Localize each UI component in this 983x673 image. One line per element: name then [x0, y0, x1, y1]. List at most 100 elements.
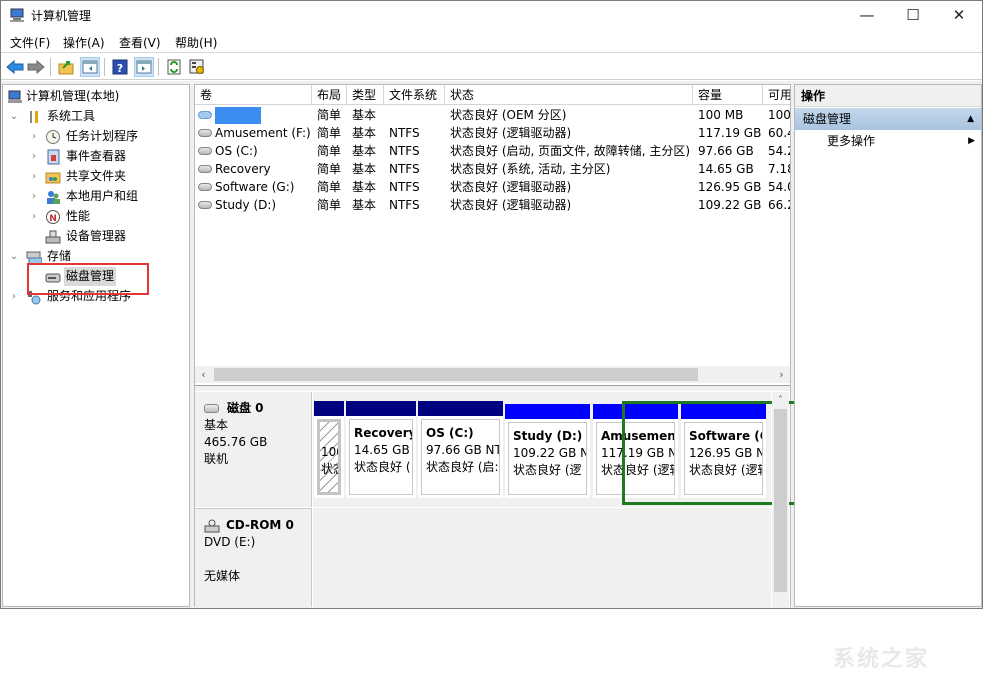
- column-type[interactable]: 类型: [347, 85, 384, 105]
- partition-status: 状态良好 (启:: [426, 460, 499, 474]
- horizontal-scrollbar[interactable]: ‹ ›: [195, 366, 790, 383]
- scroll-thumb[interactable]: [774, 409, 787, 592]
- volume-cell-status: 状态良好 (OEM 分区): [450, 108, 567, 122]
- partition-color-bar: [346, 401, 416, 416]
- volume-cell-layout: 简单: [317, 108, 342, 122]
- partition-block[interactable]: Study (D:) 109.22 GB N 状态良好 (逻: [505, 404, 590, 498]
- cdrom-drive: DVD (E:): [204, 535, 256, 549]
- chevron-down-icon[interactable]: ⌄: [9, 107, 19, 126]
- actions-header: 操作: [795, 85, 981, 107]
- back-icon[interactable]: [5, 57, 25, 77]
- show-hide-action-pane-icon[interactable]: [134, 57, 154, 77]
- device-manager-icon: [45, 230, 61, 244]
- users-icon: [47, 191, 60, 204]
- volume-cell-free: 54.0: [768, 180, 790, 194]
- vertical-scrollbar[interactable]: ˄: [772, 392, 789, 607]
- column-volume[interactable]: 卷: [195, 85, 312, 105]
- computer-management-window: 计算机管理 — ☐ ✕ 文件(F) 操作(A) 查看(V) 帮助(H) ? 计算…: [0, 0, 983, 672]
- chevron-right-icon[interactable]: ›: [29, 127, 39, 146]
- menu-action[interactable]: 操作(A): [63, 34, 105, 51]
- partition-status: 状态良好 (逻: [513, 463, 582, 477]
- volume-cell-fs: NTFS: [389, 144, 420, 158]
- partition-status: 状态: [321, 462, 338, 476]
- partition-body: OS (C:) 97.66 GB NT 状态良好 (启:: [421, 419, 500, 495]
- shared-folder-icon: [45, 172, 61, 184]
- partition-size: 14.65 GB: [354, 443, 410, 457]
- collapse-up-icon[interactable]: ▲: [967, 108, 974, 130]
- disk-0-label[interactable]: 磁盘 0 基本 465.76 GB 联机: [195, 392, 312, 507]
- tree-item-label: 本地用户和组: [66, 189, 139, 203]
- forward-icon[interactable]: [26, 57, 46, 77]
- volume-cell-name: Software (G:): [195, 178, 312, 196]
- partition-body: Study (D:) 109.22 GB N 状态良好 (逻: [508, 422, 587, 495]
- show-hide-tree-icon[interactable]: [80, 57, 100, 77]
- redacted-volume-name: [215, 107, 261, 124]
- volume-row[interactable]: Amusement (F:) 简单 基本 NTFS 状态良好 (逻辑驱动器) 117.19…: [195, 124, 790, 142]
- volume-row[interactable]: Software (G:) 简单 基本 NTFS 状态良好 (逻辑驱动器) 126.95 …: [195, 178, 790, 196]
- chevron-right-icon[interactable]: ›: [29, 207, 39, 226]
- volume-cell-status: 状态良好 (逻辑驱动器): [450, 180, 572, 194]
- title-bar: 计算机管理 — ☐ ✕: [1, 1, 982, 29]
- tree-root-label: 计算机管理(本地): [26, 89, 120, 103]
- volume-row[interactable]: Recovery 简单 基本 NTFS 状态良好 (系统, 活动, 主分区) 14.65 …: [195, 160, 790, 178]
- volume-row[interactable]: Study (D:) 简单 基本 NTFS 状态良好 (逻辑驱动器) 109.22 GB 6…: [195, 196, 790, 214]
- scroll-left-icon[interactable]: ‹: [195, 366, 212, 383]
- cdrom-0-label[interactable]: CD-ROM 0 DVD (E:) 无媒体: [195, 508, 312, 607]
- column-filesystem[interactable]: 文件系统: [384, 85, 445, 105]
- help-icon[interactable]: ?: [110, 57, 130, 77]
- menu-view[interactable]: 查看(V): [119, 34, 161, 51]
- actions-section-label: 磁盘管理: [803, 112, 852, 126]
- cdrom-0-map: [313, 508, 771, 607]
- column-free[interactable]: 可用: [763, 85, 790, 105]
- volume-cell-free: 54.2: [768, 144, 790, 158]
- chevron-right-icon[interactable]: ›: [29, 187, 39, 206]
- column-layout[interactable]: 布局: [312, 85, 347, 105]
- scroll-thumb[interactable]: [214, 368, 698, 381]
- volume-cell-fs: NTFS: [389, 126, 420, 140]
- navigation-tree: 计算机管理(本地) ⌄ 系统工具 › 任务计划程序 › 事件查看器 › 共享文件: [2, 84, 190, 607]
- maximize-button[interactable]: ☐: [890, 1, 936, 29]
- svg-text:N: N: [49, 214, 57, 224]
- close-button[interactable]: ✕: [936, 1, 982, 29]
- partition-block[interactable]: Recovery 14.65 GB 状态良好 (: [346, 401, 416, 498]
- column-status[interactable]: 状态: [445, 85, 693, 105]
- volume-cell-type: 基本: [352, 108, 377, 122]
- menu-bar: 文件(F) 操作(A) 查看(V) 帮助(H): [1, 31, 982, 53]
- properties-icon[interactable]: [187, 57, 207, 77]
- action-more-actions[interactable]: 更多操作 ▶: [795, 131, 981, 151]
- partition-block[interactable]: 100 状态: [314, 401, 344, 498]
- clock-icon: [46, 130, 60, 144]
- chevron-down-icon[interactable]: ⌄: [9, 247, 19, 266]
- volume-cell-layout: 简单: [317, 126, 342, 140]
- volume-cell-capacity: 109.22 GB: [698, 198, 762, 212]
- up-folder-icon[interactable]: [56, 57, 76, 77]
- partition-name: Study (D:): [513, 429, 583, 443]
- chevron-right-icon[interactable]: ›: [9, 287, 19, 306]
- volume-row[interactable]: OS (C:) 简单 基本 NTFS 状态良好 (启动, 页面文件, 故障转储, 主分区…: [195, 142, 790, 160]
- volume-cell-capacity: 100 MB: [698, 108, 744, 122]
- disk-map-pane: 磁盘 0 基本 465.76 GB 联机 100 状态 Recovery 14.65 …: [195, 392, 886, 607]
- column-capacity[interactable]: 容量: [693, 85, 763, 105]
- volume-name: OS (C:): [215, 144, 258, 158]
- volume-cell-free: 60.4: [768, 126, 790, 140]
- volume-cell-fs: NTFS: [389, 162, 420, 176]
- volume-cell-type: 基本: [352, 162, 377, 176]
- hard-disk-icon: [204, 404, 219, 413]
- volume-cell-type: 基本: [352, 144, 377, 158]
- minimize-button[interactable]: —: [844, 1, 890, 29]
- menu-file[interactable]: 文件(F): [10, 34, 50, 51]
- menu-help[interactable]: 帮助(H): [175, 34, 217, 51]
- volume-icon: [198, 146, 212, 155]
- scroll-right-icon[interactable]: ›: [773, 366, 790, 383]
- scroll-up-icon[interactable]: ˄: [772, 392, 789, 409]
- volume-row[interactable]: 简单 基本 状态良好 (OEM 分区) 100 MB 100: [195, 106, 790, 124]
- refresh-icon[interactable]: [164, 57, 184, 77]
- chevron-right-icon[interactable]: ›: [29, 147, 39, 166]
- pane-splitter[interactable]: [195, 385, 790, 391]
- chevron-right-icon[interactable]: ›: [29, 167, 39, 186]
- partition-color-bar: [418, 401, 503, 416]
- main-content: 计算机管理(本地) ⌄ 系统工具 › 任务计划程序 › 事件查看器 › 共享文件: [1, 81, 982, 672]
- actions-section-disk-management[interactable]: 磁盘管理 ▲: [795, 108, 981, 130]
- partition-block[interactable]: OS (C:) 97.66 GB NT 状态良好 (启:: [418, 401, 503, 498]
- tree-item-label: 性能: [66, 209, 91, 223]
